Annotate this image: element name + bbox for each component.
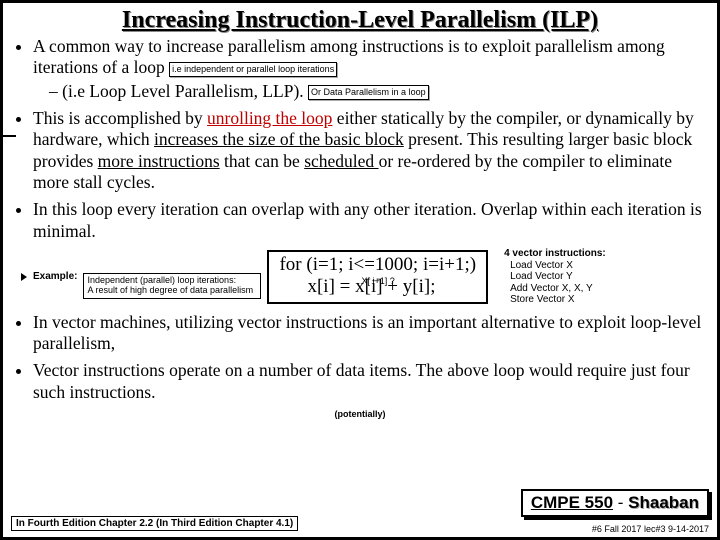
- course-dash: -: [613, 493, 628, 512]
- vec-i1: Load Vector X: [510, 260, 606, 272]
- vec-i4: Store Vector X: [510, 294, 606, 306]
- b1-subitem: (i.e Loop Level Parallelism, LLP). Or Da…: [49, 81, 705, 102]
- b1-text: A common way to increase parallelism amo…: [33, 36, 665, 77]
- vec-i3: Add Vector X, X, Y: [510, 283, 606, 295]
- vec-head: 4 vector instructions:: [504, 248, 606, 260]
- vector-instructions: 4 vector instructions: Load Vector X Loa…: [504, 248, 606, 306]
- bullet-4: In vector machines, utilizing vector ins…: [33, 312, 705, 355]
- code-hint: X[ i+1] ?: [361, 276, 394, 286]
- b1-sub-text: (i.e Loop Level Parallelism, LLP).: [62, 81, 304, 101]
- example-row: Example: Independent (parallel) loop ite…: [21, 248, 707, 306]
- vec-i2: Load Vector Y: [510, 271, 606, 283]
- note-independent-iterations: i.e independent or parallel loop iterati…: [169, 62, 337, 77]
- b1-sublist: (i.e Loop Level Parallelism, LLP). Or Da…: [33, 81, 705, 102]
- footer-left: In Fourth Edition Chapter 2.2 (In Third …: [11, 516, 298, 531]
- b2d: that can be: [220, 151, 305, 171]
- slide: Increasing Instruction-Level Parallelism…: [0, 0, 720, 540]
- b2u1: increases the size of the basic block: [154, 129, 404, 149]
- unrolling-link: unrolling the loop: [207, 108, 332, 128]
- b2a: This is accomplished by: [33, 108, 207, 128]
- b2u3: scheduled: [304, 151, 378, 171]
- potentially-note: (potentially): [3, 409, 717, 419]
- independent-iterations-box: Independent (parallel) loop iterations: …: [83, 273, 261, 299]
- footer-right: #6 Fall 2017 lec#3 9-14-2017: [592, 524, 709, 534]
- corner-decoration: [0, 121, 16, 137]
- course-code: CMPE 550: [531, 493, 613, 512]
- arrow-icon: [21, 273, 27, 281]
- course-box: CMPE 550 - Shaaban: [521, 489, 709, 517]
- main-list-2: In vector machines, utilizing vector ins…: [11, 312, 705, 403]
- bullet-5: Vector instructions operate on a number …: [33, 360, 705, 403]
- note-data-parallelism: Or Data Parallelism in a loop: [308, 85, 429, 100]
- example-label: Example:: [33, 271, 77, 282]
- code-line-1: for (i=1; i<=1000; i=i+1;): [279, 254, 476, 276]
- indep-l2: A result of high degree of data parallel…: [87, 286, 257, 296]
- slide-title: Increasing Instruction-Level Parallelism…: [3, 7, 717, 34]
- code-box: for (i=1; i<=1000; i=i+1;) X[ i+1] ? x[i…: [267, 250, 488, 304]
- main-list: A common way to increase parallelism amo…: [11, 36, 705, 242]
- bullet-3: In this loop every iteration can overlap…: [33, 199, 705, 242]
- bullet-2: This is accomplished by unrolling the lo…: [33, 108, 705, 193]
- course-name: Shaaban: [628, 493, 699, 512]
- bullet-1: A common way to increase parallelism amo…: [33, 36, 705, 102]
- b2u2: more instructions: [98, 151, 220, 171]
